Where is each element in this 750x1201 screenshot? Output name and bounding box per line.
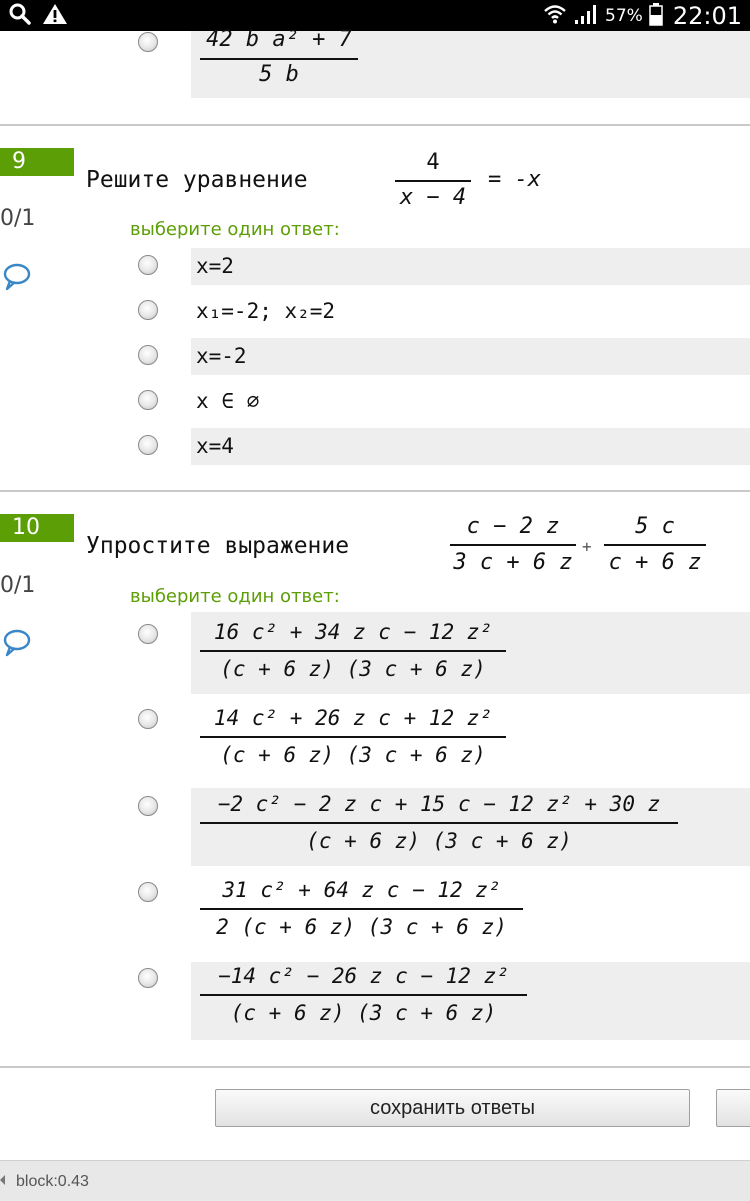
answer-prompt: выберите один ответ: [130, 219, 340, 240]
fraction-denominator: c + 6 z [608, 550, 702, 575]
option-radio[interactable] [138, 32, 158, 52]
fraction-numerator: 4 [426, 150, 440, 175]
footer: block:0.43 [0, 1160, 750, 1201]
expression-fraction-1: c − 2 z 3 c + 6 z [450, 510, 576, 580]
divider [0, 490, 750, 492]
option-label[interactable]: x ∈ ∅ [196, 389, 259, 413]
footer-text: block:0.43 [16, 1173, 89, 1190]
fraction-numerator: 14 c² + 26 z c + 12 z² [213, 706, 493, 730]
equation-rhs: = -x [488, 167, 541, 192]
fraction-denominator: 2 (c + 6 z) (3 c + 6 z) [216, 915, 507, 939]
search-icon [8, 2, 32, 30]
fraction-numerator: −14 c² − 26 z c − 12 z² [218, 964, 509, 988]
option-radio[interactable] [138, 345, 158, 365]
fraction-denominator: (c + 6 z) (3 c + 6 z) [230, 1001, 497, 1025]
option-fraction[interactable]: −14 c² − 26 z c − 12 z² (c + 6 z) (3 c +… [200, 958, 527, 1030]
fraction-denominator: (c + 6 z) (3 c + 6 z) [220, 743, 486, 767]
fraction-denominator: (c + 6 z) (3 c + 6 z) [306, 829, 572, 853]
warning-icon [42, 2, 68, 30]
option-radio[interactable] [138, 882, 158, 902]
fraction-denominator: (c + 6 z) (3 c + 6 z) [220, 657, 486, 681]
expression-fraction-2: 5 c c + 6 z [604, 510, 706, 580]
fraction-numerator: 5 c [635, 514, 675, 539]
divider [0, 1066, 750, 1068]
next-button[interactable] [716, 1089, 750, 1127]
fraction-numerator: 42 b a² + 7 [206, 27, 352, 52]
battery-percent: 57% [605, 5, 643, 26]
question-number: 10 [0, 514, 74, 542]
option-fraction[interactable]: 16 c² + 34 z c − 12 z² (c + 6 z) (3 c + … [200, 614, 506, 686]
save-answers-button[interactable]: сохранить ответы [215, 1089, 690, 1127]
fraction-denominator: 3 c + 6 z [453, 550, 573, 575]
option-label[interactable]: x=-2 [196, 344, 247, 368]
option-row [191, 428, 750, 465]
option-fraction[interactable]: 14 c² + 26 z c + 12 z² (c + 6 z) (3 c + … [200, 700, 506, 772]
question-score: 0/1 [0, 573, 36, 598]
fraction-denominator: 5 b [259, 62, 299, 87]
battery-icon [649, 2, 663, 30]
option-radio[interactable] [138, 624, 158, 644]
option-fraction[interactable]: 31 c² + 64 z c − 12 z² 2 (c + 6 z) (3 c … [200, 872, 523, 944]
question-text: Упростите выражение [86, 533, 350, 559]
option-label[interactable]: x₁=-2; x₂=2 [196, 299, 335, 323]
option-label[interactable]: x=4 [196, 434, 234, 458]
option-row [191, 248, 750, 285]
option-radio[interactable] [138, 796, 158, 816]
wifi-icon [543, 2, 567, 30]
footer-arrow-icon [0, 1175, 5, 1185]
fraction-numerator: 16 c² + 34 z c − 12 z² [213, 620, 493, 644]
plus-sign: + [582, 537, 592, 556]
fraction-numerator: −2 c² − 2 z c + 15 c − 12 z² + 30 z [217, 792, 661, 816]
comment-icon[interactable] [2, 628, 32, 662]
option-radio[interactable] [138, 435, 158, 455]
option-fraction[interactable]: −2 c² − 2 z c + 15 c − 12 z² + 30 z (c +… [200, 786, 678, 858]
question-number: 9 [0, 148, 74, 176]
comment-icon[interactable] [2, 262, 32, 296]
question-score: 0/1 [0, 206, 36, 231]
option-radio[interactable] [138, 390, 158, 410]
option-fraction: 42 b a² + 7 5 b [200, 22, 358, 90]
clock: 22:01 [672, 1, 742, 30]
option-radio[interactable] [138, 709, 158, 729]
status-bar: 57% 22:01 [0, 0, 750, 31]
answer-prompt: выберите один ответ: [130, 586, 340, 607]
fraction-denominator: x − 4 [399, 185, 467, 210]
fraction-numerator: 31 c² + 64 z c − 12 z² [222, 878, 501, 902]
fraction-numerator: c − 2 z [466, 514, 560, 539]
option-radio[interactable] [138, 968, 158, 988]
question-text: Решите уравнение [86, 167, 308, 193]
signal-icon [573, 2, 599, 30]
option-row [191, 338, 750, 375]
equation-fraction: 4 x − 4 [395, 146, 471, 214]
option-label[interactable]: x=2 [196, 254, 234, 278]
option-radio[interactable] [138, 300, 158, 320]
option-radio[interactable] [138, 255, 158, 275]
divider [0, 124, 750, 126]
